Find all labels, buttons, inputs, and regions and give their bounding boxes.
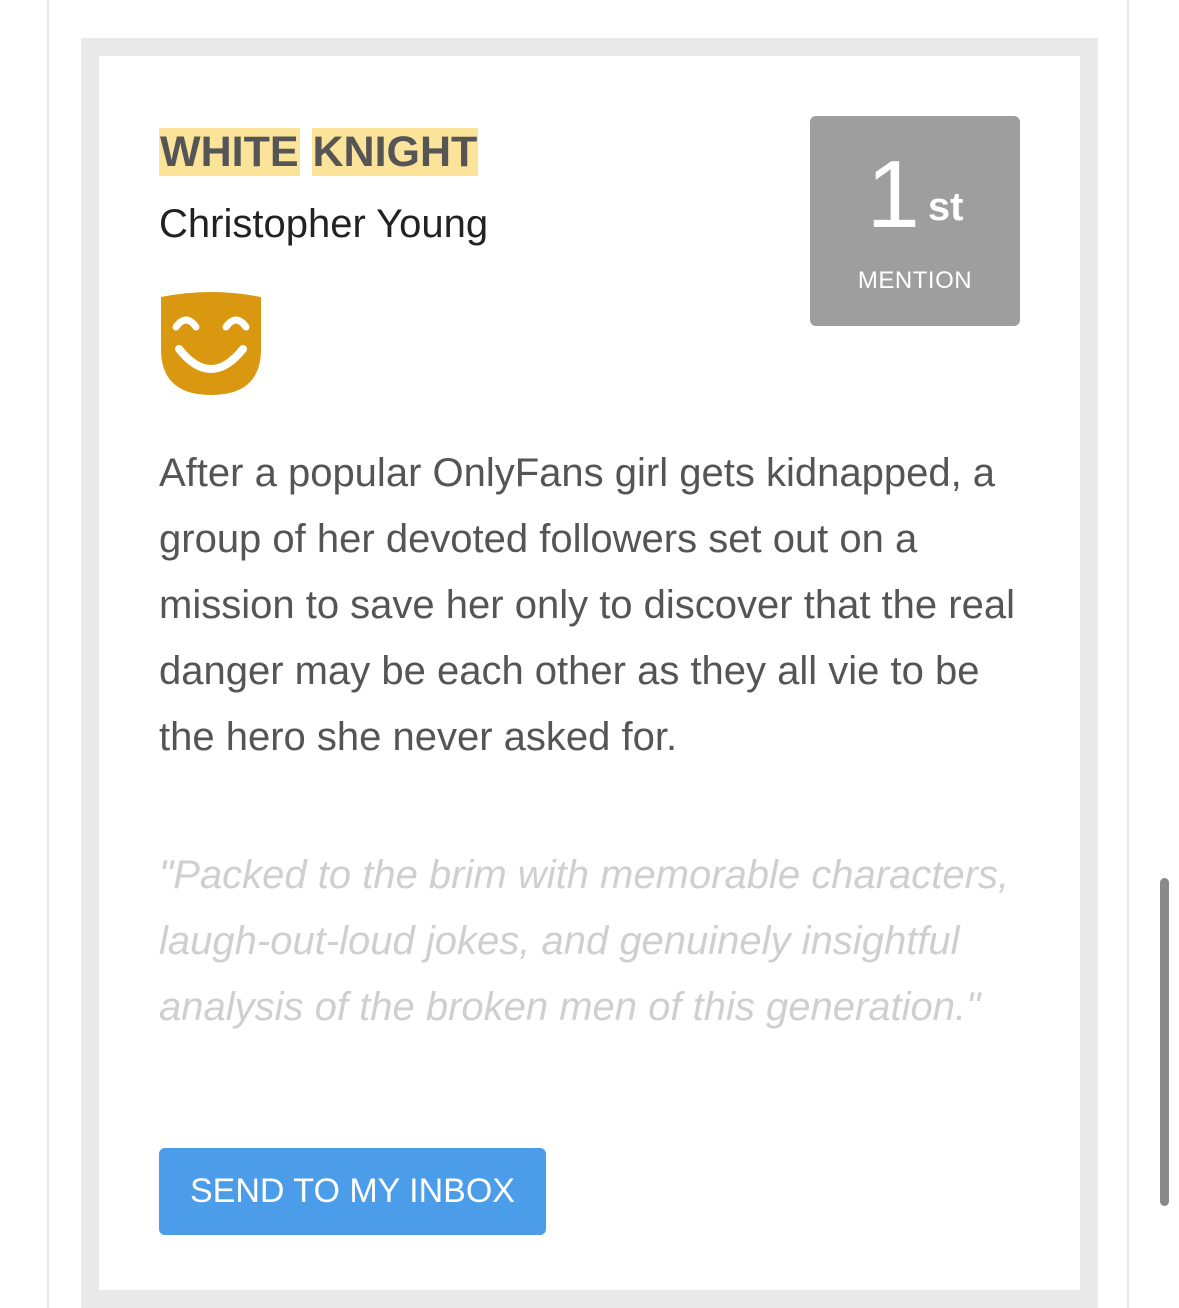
script-author: Christopher Young [159, 202, 489, 246]
rank-label: MENTION [857, 267, 973, 294]
title-word-1: WHITE [159, 128, 300, 176]
page-border-right [1127, 0, 1129, 1308]
page-border-left [47, 0, 49, 1308]
rank-suffix: st [927, 185, 964, 229]
send-to-inbox-button[interactable]: SEND TO MY INBOX [159, 1148, 546, 1235]
scrollbar[interactable] [1160, 878, 1169, 1206]
comedy-mask-icon [161, 292, 261, 395]
rank-number: 1st [810, 140, 1020, 250]
script-description: After a popular OnlyFans girl gets kidna… [159, 451, 1015, 759]
rank-badge: 1st MENTION [810, 116, 1020, 326]
rank-number-value: 1 [866, 141, 920, 248]
title-word-2: KNIGHT [311, 128, 479, 176]
script-title: WHITE KNIGHT [159, 126, 479, 178]
review-quote: "Packed to the brim with memorable chara… [159, 853, 1010, 1029]
